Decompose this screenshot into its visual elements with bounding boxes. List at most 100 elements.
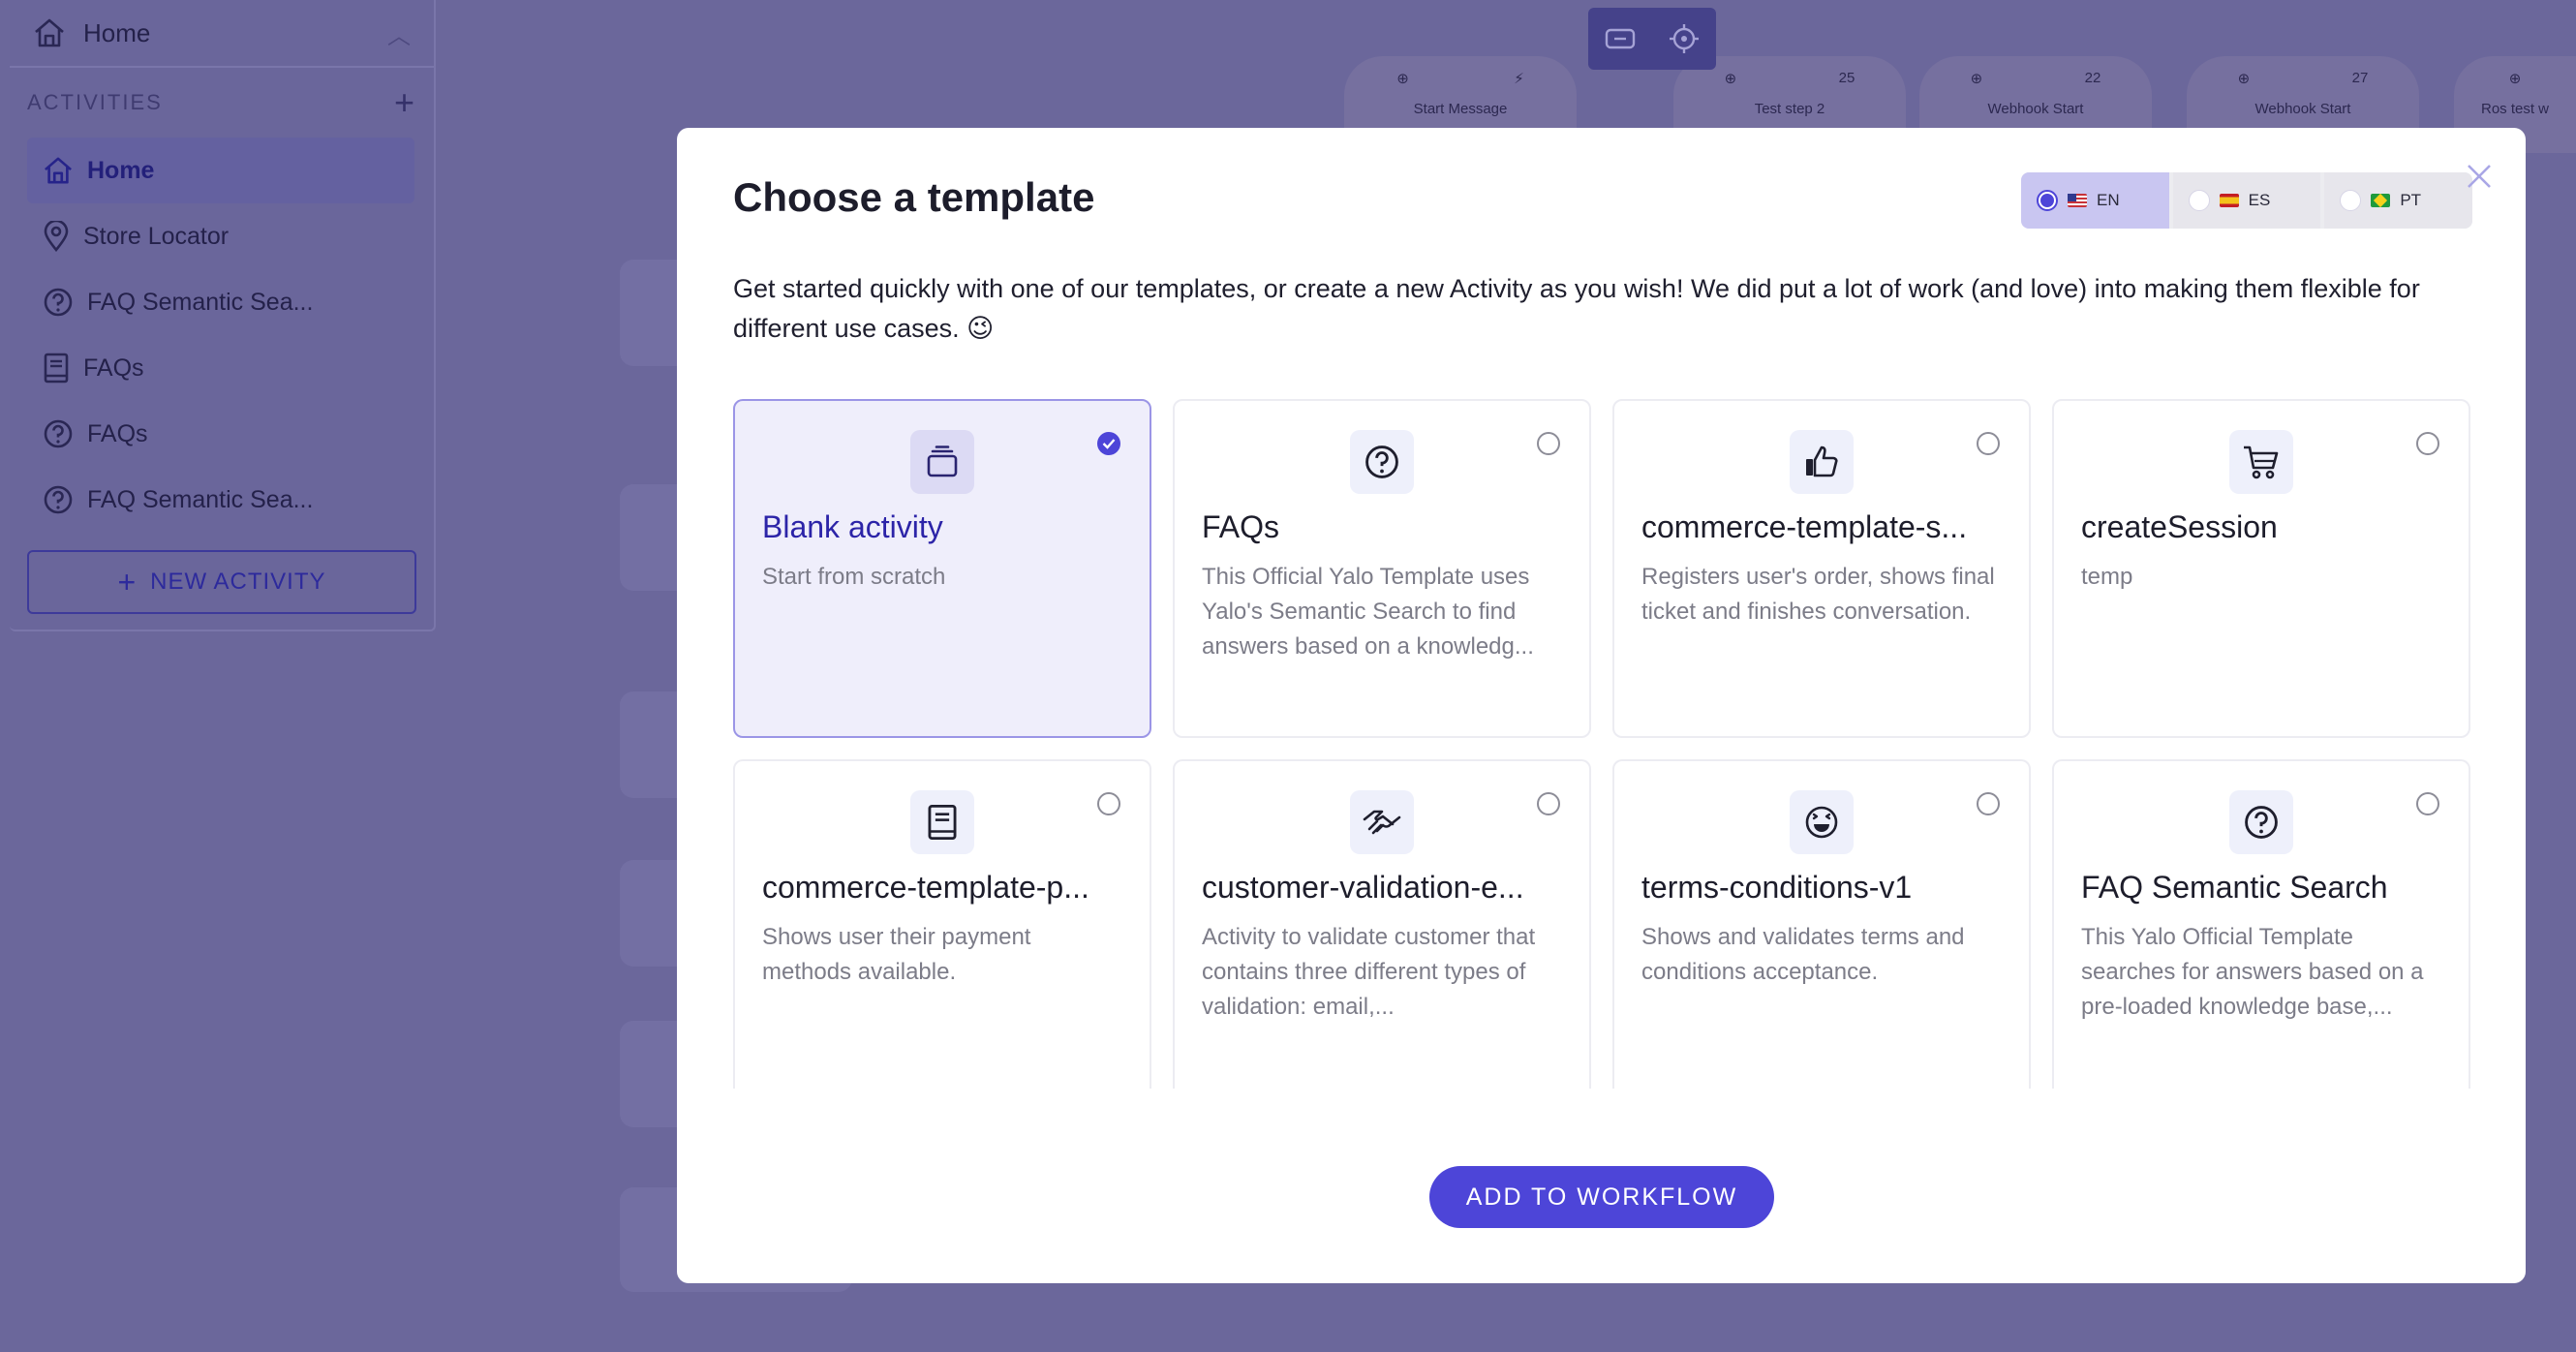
template-description: Start from scratch: [762, 564, 946, 590]
template-radio[interactable]: [1537, 432, 1560, 455]
template-title: customer-validation-e...: [1202, 870, 1524, 905]
question-circle-icon: [44, 485, 73, 514]
add-icon: ⊕: [2508, 71, 2522, 87]
activities-sidebar: Home ︿ ACTIVITIES + Home Store Locator F…: [10, 0, 436, 631]
sidebar-item-label: FAQ Semantic Sea...: [87, 288, 314, 316]
template-icon-container: [2229, 790, 2293, 854]
sidebar-item-label: FAQs: [83, 353, 144, 382]
template-icon-container: [910, 790, 974, 854]
wink-face-icon: [1805, 806, 1838, 839]
template-card-commerce-template-s[interactable]: commerce-template-s... Registers user's …: [1612, 399, 2031, 738]
handshake-icon: [1363, 810, 1401, 835]
sidebar-item-faq-semantic-search-2[interactable]: FAQ Semantic Sea...: [27, 467, 414, 533]
language-code: PT: [2400, 191, 2422, 209]
template-icon-container: [1790, 430, 1854, 494]
fit-view-button[interactable]: [1599, 17, 1641, 60]
template-card-commerce-template-p[interactable]: commerce-template-p... Shows user their …: [733, 759, 1151, 1089]
template-card-faq-semantic-search[interactable]: FAQ Semantic Search This Yalo Official T…: [2052, 759, 2470, 1089]
question-circle-icon: [1365, 446, 1398, 478]
node-badge: 27: [2351, 70, 2369, 86]
question-circle-icon: [44, 288, 73, 317]
language-option-en[interactable]: EN: [2021, 172, 2169, 229]
crosshair-icon: [1670, 24, 1699, 53]
bolt-icon: ⚡: [1514, 71, 1524, 87]
template-card-createsession[interactable]: createSession temp: [2052, 399, 2470, 738]
template-description: Activity to validate customer that conta…: [1202, 924, 1536, 1020]
add-icon: ⊕: [1724, 71, 1737, 87]
template-title: commerce-template-p...: [762, 870, 1089, 905]
template-description: Shows user their payment methods availab…: [762, 924, 1031, 985]
sidebar-item-faqs-2[interactable]: FAQs: [27, 401, 414, 467]
us-flag-icon: [2068, 194, 2087, 207]
cart-icon: [2244, 446, 2279, 479]
spain-flag-icon: [2219, 194, 2239, 207]
node-badge: 22: [2084, 70, 2101, 86]
template-radio[interactable]: [1537, 792, 1560, 815]
template-radio-checked[interactable]: [1097, 432, 1120, 455]
sidebar-item-label: Store Locator: [83, 222, 230, 250]
add-activity-plus-icon[interactable]: +: [394, 82, 416, 123]
layers-icon: [927, 446, 958, 477]
node-label: Ros test w: [2480, 101, 2550, 117]
node-label: Test step 2: [1754, 101, 1825, 117]
sidebar-item-home[interactable]: Home: [27, 138, 414, 203]
question-circle-icon: [2245, 806, 2278, 839]
plus-icon: +: [117, 565, 138, 599]
sidebar-home-header[interactable]: Home ︿: [10, 0, 434, 68]
chevron-up-icon[interactable]: ︿: [387, 16, 411, 50]
section-label: ACTIVITIES: [27, 90, 163, 114]
radio-icon: [2188, 190, 2210, 211]
template-radio[interactable]: [1977, 792, 2000, 815]
template-description: Registers user's order, shows final tick…: [1641, 564, 1995, 625]
template-title: createSession: [2081, 509, 2278, 544]
add-icon: ⊕: [1970, 71, 1983, 87]
template-radio[interactable]: [1097, 792, 1120, 815]
language-code: EN: [2097, 191, 2120, 209]
add-to-workflow-button[interactable]: ADD TO WORKFLOW: [1429, 1166, 1774, 1228]
template-title: FAQ Semantic Search: [2081, 870, 2388, 905]
center-view-button[interactable]: [1663, 17, 1705, 60]
close-icon: [2468, 165, 2491, 188]
template-description: This Yalo Official Template searches for…: [2081, 924, 2424, 1020]
thumbs-up-icon: [1806, 446, 1838, 477]
template-title: FAQs: [1202, 509, 1280, 544]
template-title: commerce-template-s...: [1641, 509, 1968, 544]
add-icon: ⊕: [1396, 71, 1409, 87]
language-option-pt[interactable]: PT: [2324, 172, 2472, 229]
sidebar-home-label: Home: [83, 17, 151, 47]
book-icon: [44, 353, 69, 384]
sidebar-item-faq-semantic-search[interactable]: FAQ Semantic Sea...: [27, 269, 414, 335]
sidebar-item-faqs[interactable]: FAQs: [27, 335, 414, 401]
template-radio[interactable]: [1977, 432, 2000, 455]
map-pin-icon: [44, 221, 69, 252]
node-label: Start Message: [1413, 101, 1508, 117]
new-activity-button[interactable]: + NEW ACTIVITY: [27, 550, 416, 614]
radio-icon: [2340, 190, 2362, 211]
choose-template-modal: Choose a template EN ES PT Get started q…: [677, 128, 2526, 1283]
node-badge: 25: [1838, 70, 1855, 86]
language-option-es[interactable]: ES: [2172, 172, 2321, 229]
radio-icon: [2037, 190, 2058, 211]
minus-square-icon: [1605, 28, 1636, 49]
close-modal-button[interactable]: [2460, 157, 2499, 196]
template-icon-container: [1790, 790, 1854, 854]
new-activity-label: NEW ACTIVITY: [150, 568, 326, 595]
template-card-customer-validation[interactable]: customer-validation-e... Activity to val…: [1173, 759, 1591, 1089]
modal-description: Get started quickly with one of our temp…: [733, 274, 2420, 343]
check-icon: [1102, 439, 1116, 449]
template-icon-container: [910, 430, 974, 494]
template-grid: Blank activity Start from scratch FAQs T…: [733, 399, 2470, 1089]
sidebar-item-label: Home: [87, 156, 155, 184]
template-card-faqs[interactable]: FAQs This Official Yalo Template uses Ya…: [1173, 399, 1591, 738]
template-radio[interactable]: [2416, 792, 2439, 815]
sidebar-item-store-locator[interactable]: Store Locator: [27, 203, 414, 269]
question-circle-icon: [44, 419, 73, 448]
template-card-blank-activity[interactable]: Blank activity Start from scratch: [733, 399, 1151, 738]
template-radio[interactable]: [2416, 432, 2439, 455]
add-icon: ⊕: [2237, 71, 2251, 87]
template-title: terms-conditions-v1: [1641, 870, 1913, 905]
sidebar-item-label: FAQs: [87, 419, 148, 447]
home-icon: [35, 18, 64, 47]
template-card-terms-conditions[interactable]: terms-conditions-v1 Shows and validates …: [1612, 759, 2031, 1089]
modal-title: Choose a template: [733, 174, 1095, 220]
